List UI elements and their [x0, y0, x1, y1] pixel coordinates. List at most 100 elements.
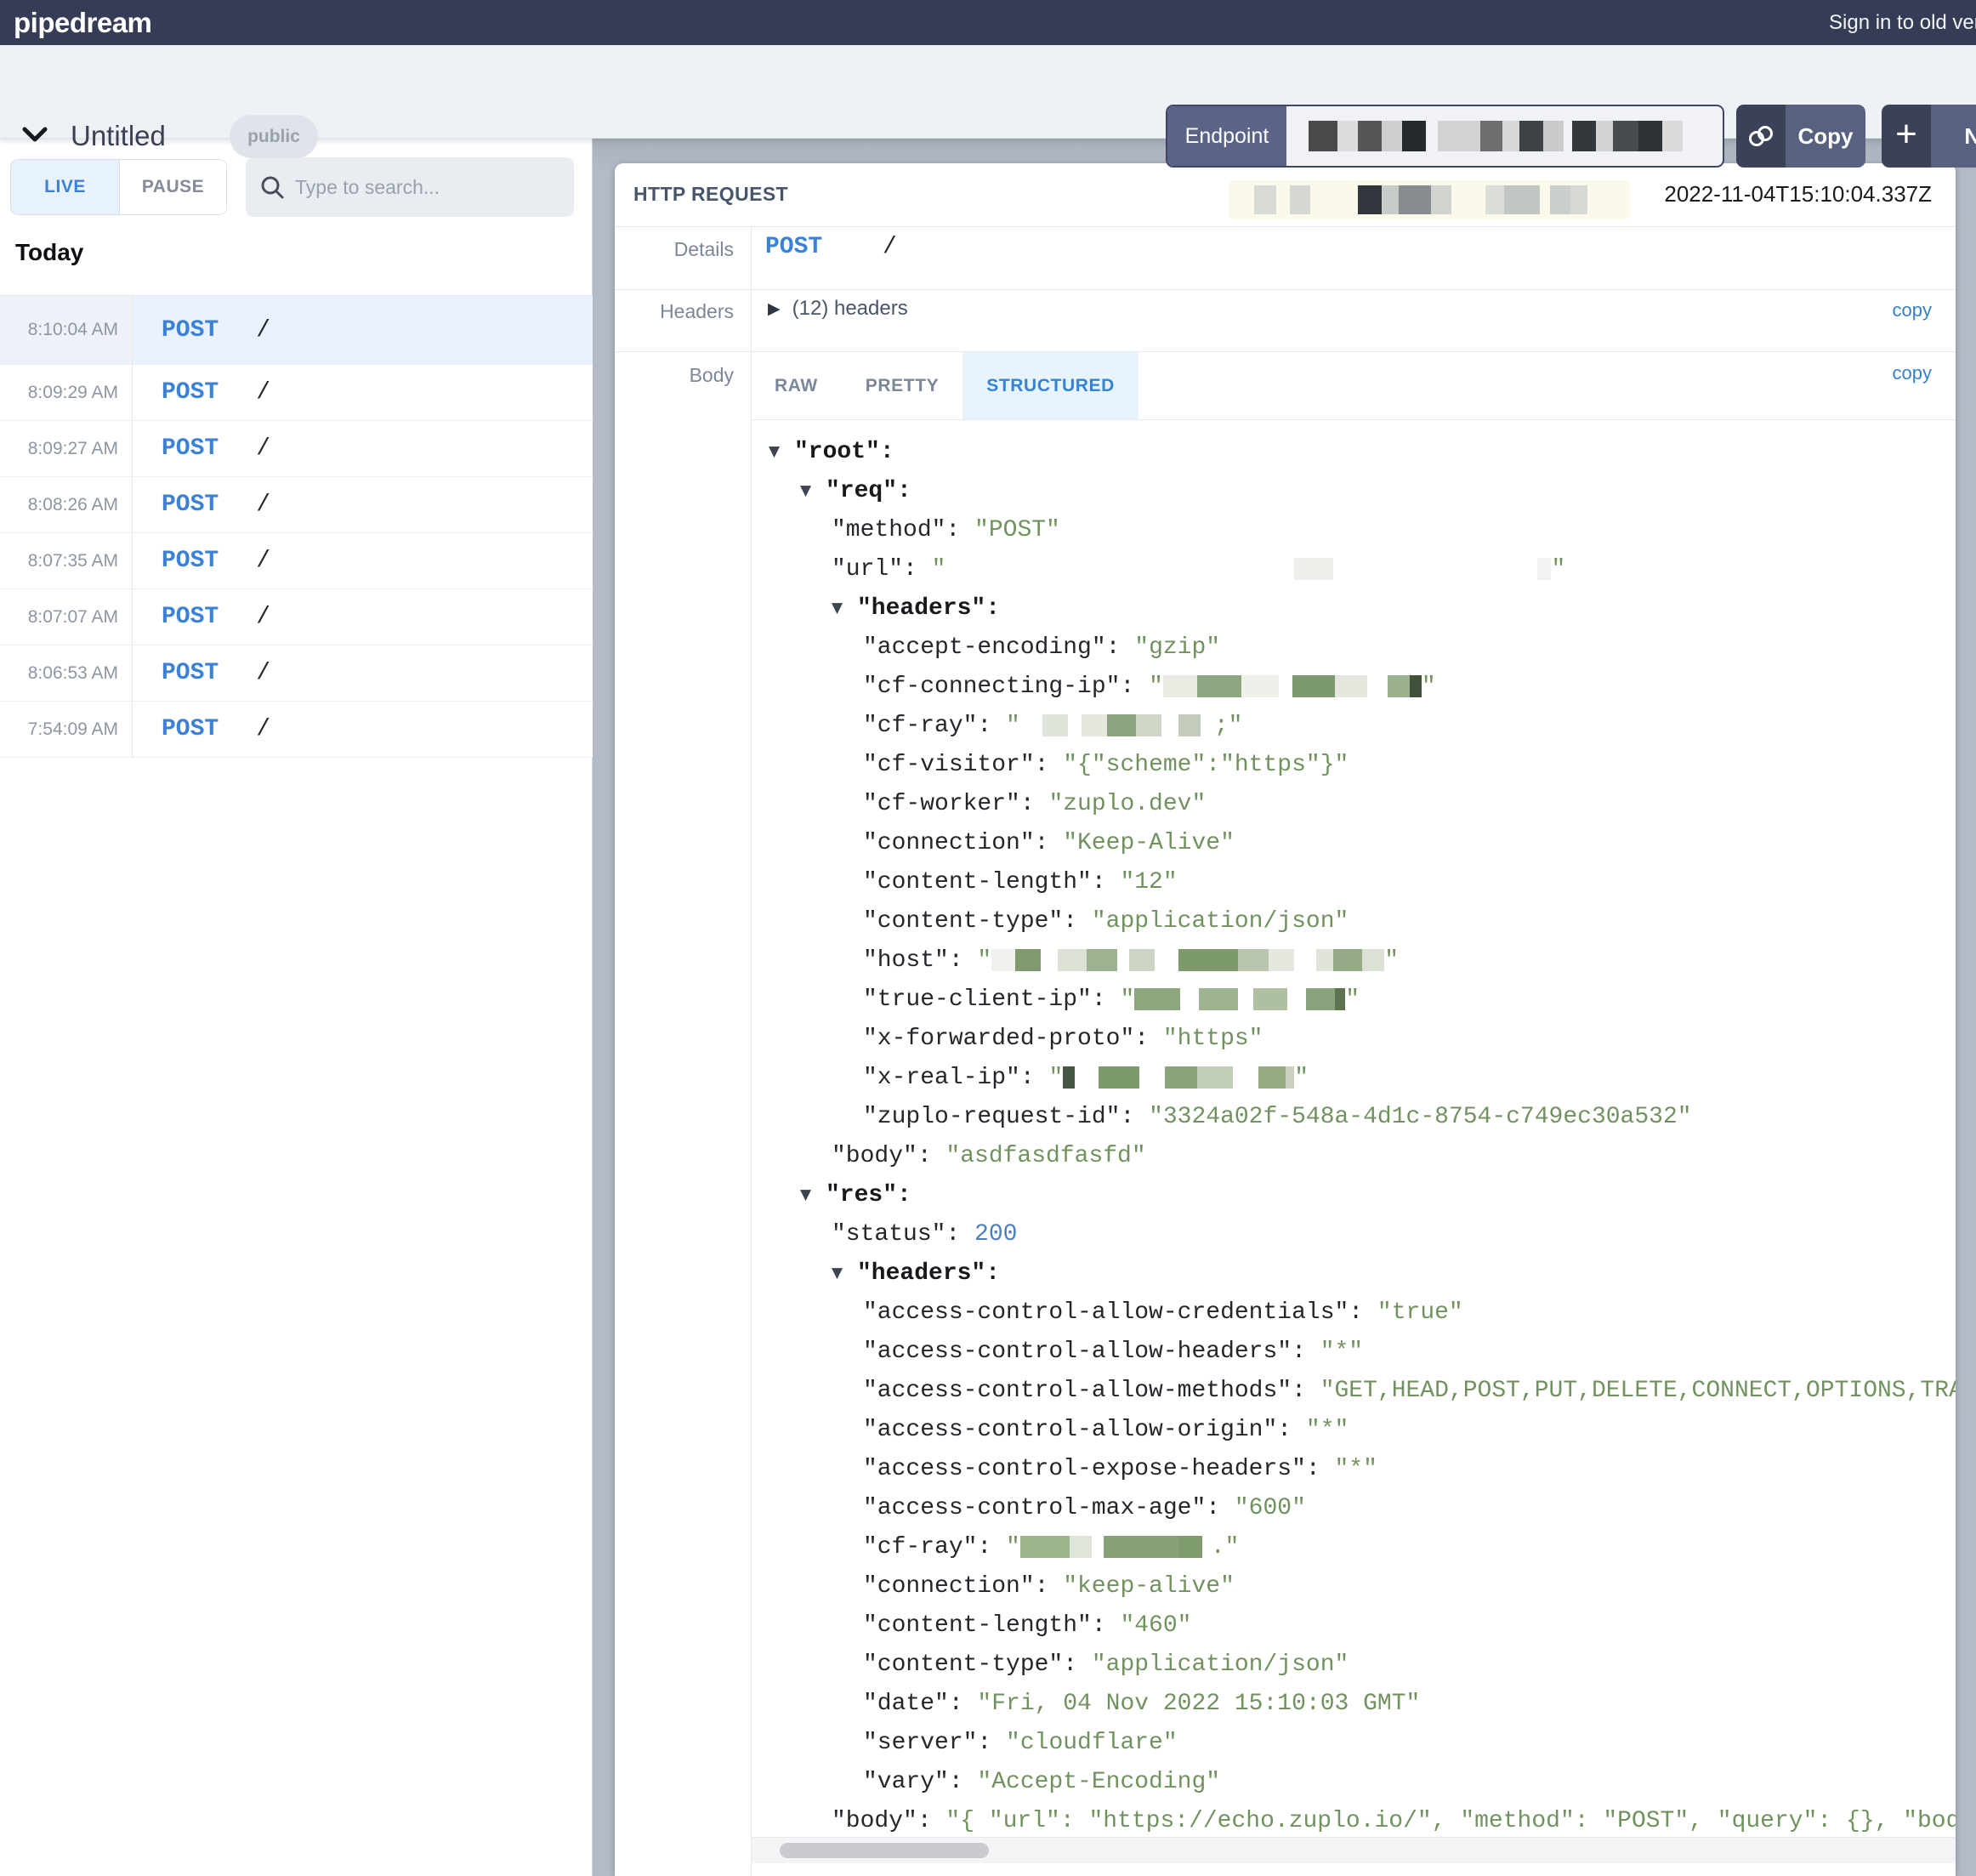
caret-down-icon[interactable]: ▼	[832, 1265, 857, 1282]
redacted-block	[1163, 675, 1197, 697]
json-string-value: "zuplo.dev"	[1048, 791, 1206, 817]
json-string-value: "{"scheme":"https"}"	[1063, 752, 1349, 778]
redacted-block	[1292, 675, 1335, 697]
request-method: POST	[162, 716, 219, 742]
request-list-item[interactable]: 8:07:35 AMPOST/	[0, 533, 593, 589]
live-button[interactable]: LIVE	[11, 160, 120, 214]
json-key: "zuplo-request-id":	[863, 1104, 1149, 1130]
public-badge: public	[230, 115, 318, 158]
redacted-block	[1199, 988, 1238, 1010]
redacted-block	[1358, 185, 1382, 214]
new-button-label[interactable]: Ne	[1931, 105, 1976, 168]
body-view-tabs: RAWPRETTYSTRUCTURED	[751, 352, 1771, 419]
caret-down-icon[interactable]: ▼	[800, 1186, 826, 1203]
redacted-block	[1399, 185, 1431, 214]
redacted-block	[1596, 121, 1613, 151]
tab-raw[interactable]: RAW	[751, 352, 842, 419]
json-property: "cf-connecting-ip": ""	[752, 667, 1956, 706]
json-property: "cf-visitor": "{"scheme":"https"}"	[752, 745, 1956, 784]
request-method: POST	[162, 548, 219, 574]
caret-down-icon[interactable]: ▼	[800, 482, 826, 499]
json-string-value: ;"	[1214, 713, 1243, 739]
json-node-expanded[interactable]: ▼"res":	[752, 1175, 1956, 1214]
copy-endpoint-button[interactable]: Copy	[1736, 105, 1865, 168]
request-method: POST	[765, 234, 822, 260]
row-divider	[615, 289, 1956, 290]
link-icon	[1736, 105, 1786, 168]
json-key: "host":	[863, 947, 977, 974]
json-node-expanded[interactable]: ▼"root":	[752, 432, 1956, 471]
details-row-label: Details	[615, 238, 734, 261]
tab-structured[interactable]: STRUCTURED	[962, 352, 1138, 419]
redacted-block	[1306, 988, 1335, 1010]
request-path: /	[256, 660, 270, 686]
pipedream-logo[interactable]: pipedream	[14, 7, 151, 39]
json-property: "x-forwarded-proto": "https"	[752, 1019, 1956, 1058]
copy-button-label[interactable]: Copy	[1786, 105, 1865, 168]
tab-pretty[interactable]: PRETTY	[842, 352, 962, 419]
search-box[interactable]	[246, 157, 574, 217]
json-key: "status":	[832, 1221, 974, 1248]
redacted-block	[1058, 949, 1087, 971]
redacted-block	[1129, 949, 1155, 971]
redacted-block	[1410, 675, 1422, 697]
request-list-item[interactable]: 8:07:07 AMPOST/	[0, 589, 593, 645]
redacted-block	[1178, 949, 1238, 971]
redacted-block	[1485, 185, 1504, 214]
json-key: "connection":	[863, 830, 1063, 856]
request-list-item[interactable]: 8:09:27 AM POST /	[0, 421, 593, 477]
caret-down-icon[interactable]: ▼	[769, 443, 794, 460]
json-property: "content-type": "application/json"	[752, 1645, 1956, 1684]
caret-down-icon[interactable]: ▼	[832, 600, 857, 617]
request-method: POST	[162, 435, 219, 462]
json-key: "cf-ray":	[863, 713, 1006, 739]
redacted-block	[1309, 121, 1337, 151]
sign-in-old-version-link[interactable]: Sign in to old versi	[1829, 11, 1976, 35]
request-time: 8:09:29 AM	[0, 365, 133, 420]
redacted-block	[1333, 949, 1362, 971]
request-list-item[interactable]: 8:10:04 AMPOST/	[0, 296, 593, 365]
headers-expander[interactable]: ▶ (12) headers	[768, 297, 908, 321]
copy-body-link[interactable]: copy	[1893, 362, 1932, 384]
redacted-block	[1662, 121, 1683, 151]
title-chevron-down-icon[interactable]	[21, 123, 48, 145]
json-key: "cf-connecting-ip":	[863, 674, 1149, 700]
json-property: "access-control-allow-headers": "*"	[752, 1332, 1956, 1371]
request-list-item[interactable]: 7:54:09 AMPOST/	[0, 702, 593, 758]
redacted-block	[1178, 1536, 1202, 1558]
json-key: "content-type":	[863, 1651, 1092, 1678]
endpoint-url-redacted[interactable]	[1286, 106, 1723, 166]
request-list-item[interactable]: 8:08:26 AMPOST/	[0, 477, 593, 533]
redacted-block	[1082, 714, 1107, 736]
http-request-title: HTTP REQUEST	[633, 183, 788, 206]
copy-headers-link[interactable]: copy	[1893, 299, 1932, 321]
json-node-expanded[interactable]: ▼"headers":	[752, 588, 1956, 628]
redacted-block	[1519, 121, 1543, 151]
today-section-heading: Today	[15, 239, 83, 266]
json-key: "server":	[863, 1730, 1006, 1756]
plus-icon: +	[1882, 105, 1931, 168]
pause-button[interactable]: PAUSE	[120, 160, 226, 214]
json-property: "true-client-ip": ""	[752, 980, 1956, 1019]
request-path: /	[256, 435, 270, 462]
redacted-block	[1402, 121, 1426, 151]
new-bin-button[interactable]: + Ne	[1882, 105, 1976, 168]
redacted-block	[1480, 121, 1502, 151]
redacted-block	[1638, 121, 1662, 151]
json-string-value: "POST"	[974, 517, 1060, 543]
json-key: "cf-worker":	[863, 791, 1048, 817]
request-list-item[interactable]: 8:09:29 AMPOST/	[0, 365, 593, 421]
request-time: 8:09:27 AM	[0, 421, 133, 476]
request-summary: POST /	[133, 421, 593, 476]
json-node-expanded[interactable]: ▼"headers":	[752, 1254, 1956, 1293]
page-title[interactable]: Untitled	[71, 120, 166, 152]
horizontal-scrollbar-thumb[interactable]	[780, 1843, 989, 1858]
json-string-value: "12"	[1120, 869, 1177, 895]
request-id-redacted	[1229, 180, 1630, 219]
json-node-expanded[interactable]: ▼"req":	[752, 471, 1956, 510]
json-property: "body": "{ "url": "https://echo.zuplo.io…	[752, 1801, 1956, 1832]
request-list-item[interactable]: 8:06:53 AMPOST/	[0, 645, 593, 702]
json-string-value: "Accept-Encoding"	[977, 1769, 1220, 1795]
json-key: "content-length":	[863, 869, 1120, 895]
search-input[interactable]	[295, 176, 550, 199]
